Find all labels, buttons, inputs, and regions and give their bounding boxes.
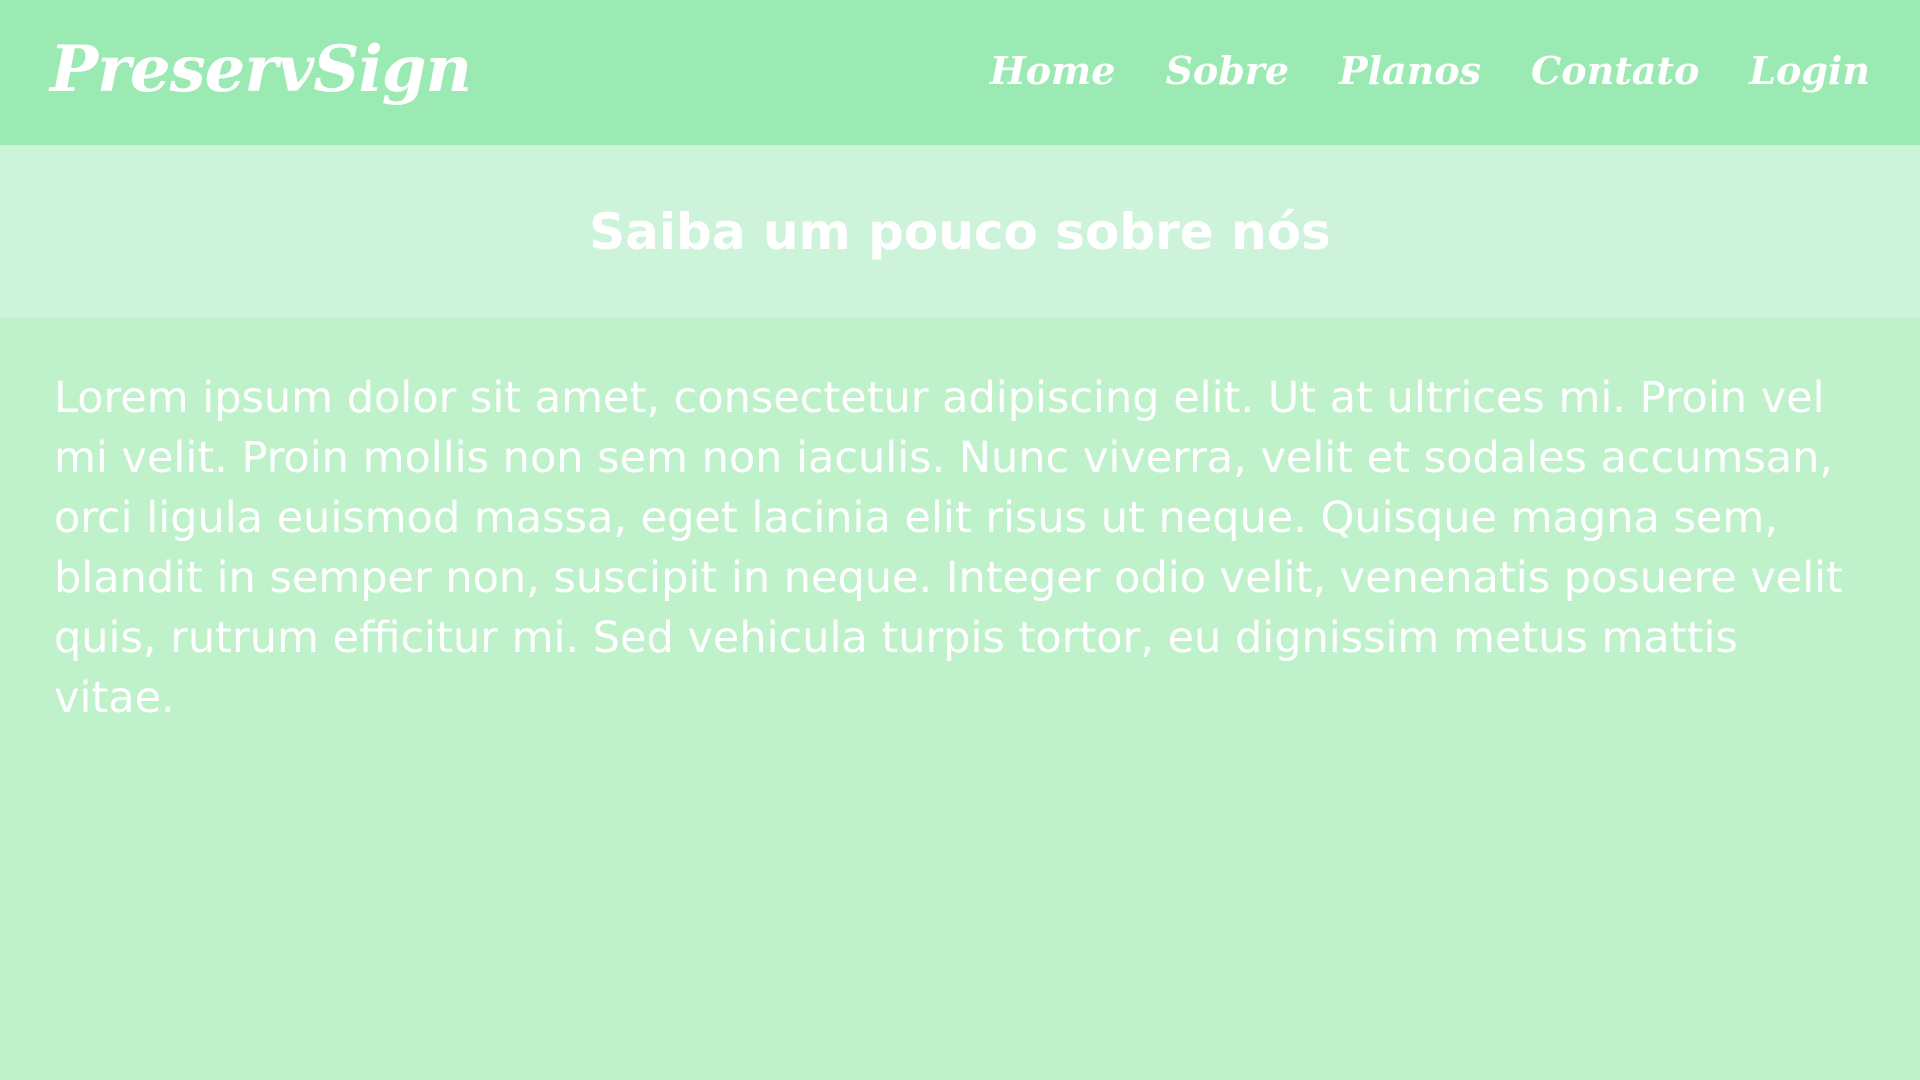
about-paragraph: Lorem ipsum dolor sit amet, consectetur … <box>54 373 1843 723</box>
brand-logo[interactable]: PreservSign <box>50 20 472 120</box>
nav-link-planos[interactable]: Planos <box>1339 48 1481 93</box>
page-title: Saiba um pouco sobre nós <box>589 202 1331 261</box>
navbar: PreservSign Home Sobre Planos Contato Lo… <box>0 0 1920 145</box>
nav-menu: Home Sobre Planos Contato Login <box>940 40 1870 100</box>
main-content: Lorem ipsum dolor sit amet, consectetur … <box>0 318 1920 1080</box>
nav-link-home[interactable]: Home <box>990 48 1116 93</box>
page: PreservSign Home Sobre Planos Contato Lo… <box>0 0 1920 1080</box>
hero-banner: Saiba um pouco sobre nós <box>0 145 1920 318</box>
nav-link-login[interactable]: Login <box>1749 48 1870 93</box>
nav-link-sobre[interactable]: Sobre <box>1165 48 1289 93</box>
nav-link-contato[interactable]: Contato <box>1531 48 1699 93</box>
